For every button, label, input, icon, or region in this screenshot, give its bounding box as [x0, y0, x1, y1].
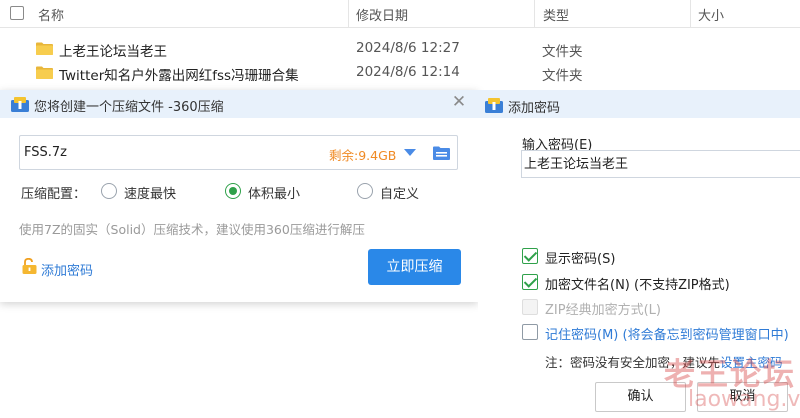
column-header-modified[interactable]: 修改日期 — [356, 5, 408, 24]
compression-hint: 使用7Z的固实（Solid）压缩技术，建议使用360压缩进行解压 — [19, 222, 365, 237]
column-separator[interactable] — [690, 0, 691, 28]
column-header-name[interactable]: 名称 — [38, 5, 64, 24]
folder-icon — [36, 66, 53, 79]
close-icon[interactable]: ✕ — [451, 94, 467, 111]
radio-fastest[interactable] — [101, 183, 117, 199]
compression-config-label: 压缩配置： — [21, 187, 87, 202]
file-name: 上老王论坛当老王 — [59, 44, 167, 60]
column-header-size[interactable]: 大小 — [698, 5, 724, 24]
select-all-checkbox[interactable] — [10, 6, 24, 20]
radio-smallest-label[interactable]: 体积最小 — [248, 183, 300, 202]
compress-dialog-titlebar[interactable]: 您将创建一个压缩文件 -360压缩 ✕ — [0, 90, 478, 118]
add-password-titlebar[interactable]: 添加密码 — [478, 90, 800, 118]
file-name: Twitter知名户外露出网红fss冯珊珊合集 — [59, 68, 299, 84]
show-password-label[interactable]: 显示密码(S) — [545, 248, 615, 267]
archive-app-icon — [11, 97, 29, 112]
compress-dialog: 您将创建一个压缩文件 -360压缩 ✕ FSS.7z 剩余:9.4GB 压缩配置… — [0, 90, 478, 302]
password-input[interactable]: 上老王论坛当老王 — [521, 150, 800, 178]
radio-fastest-label[interactable]: 速度最快 — [124, 183, 176, 202]
watermark-url: laowang.vip — [688, 387, 800, 412]
remember-password-checkbox[interactable] — [522, 324, 538, 340]
radio-smallest[interactable] — [225, 183, 241, 199]
unlock-icon[interactable] — [22, 258, 37, 274]
file-type: 文件夹 — [542, 44, 583, 60]
add-password-title: 添加密码 — [508, 101, 561, 116]
zip-classic-encryption-label: ZIP经典加密方式(L) — [545, 303, 661, 318]
file-list-header: 名称 修改日期 类型 大小 — [0, 0, 800, 28]
remember-password-label[interactable]: 记住密码(M) (将会备忘到密码管理窗口中) — [545, 324, 789, 343]
radio-custom-label[interactable]: 自定义 — [380, 183, 419, 202]
column-separator[interactable] — [534, 0, 535, 28]
column-header-type[interactable]: 类型 — [543, 5, 569, 24]
add-password-link[interactable]: 添加密码 — [41, 260, 93, 279]
file-modified-date: 2024/8/6 12:14 — [356, 64, 460, 80]
chevron-down-icon[interactable] — [404, 149, 416, 156]
zip-classic-encryption-checkbox — [522, 299, 538, 315]
file-modified-date: 2024/8/6 12:27 — [356, 40, 460, 56]
folder-icon — [36, 42, 53, 55]
remaining-space-label: 剩余:9.4GB — [329, 148, 397, 163]
file-row[interactable]: Twitter知名户外露出网红fss冯珊珊合集 2024/8/6 12:14 文… — [0, 61, 800, 85]
encrypt-filenames-label[interactable]: 加密文件名(N) (不支持ZIP格式) — [545, 274, 730, 293]
archive-filename-value[interactable]: FSS.7z — [24, 145, 67, 160]
file-type: 文件夹 — [542, 68, 583, 84]
compress-now-button[interactable]: 立即压缩 — [368, 249, 461, 285]
encrypt-filenames-checkbox[interactable] — [522, 274, 538, 290]
file-row[interactable]: 上老王论坛当老王 2024/8/6 12:27 文件夹 — [0, 37, 800, 61]
browse-folder-icon[interactable] — [433, 146, 450, 160]
compress-dialog-title: 您将创建一个压缩文件 -360压缩 — [34, 100, 224, 115]
radio-custom[interactable] — [357, 183, 373, 199]
archive-filename-field[interactable]: FSS.7z 剩余:9.4GB — [19, 135, 458, 170]
archive-app-icon — [485, 98, 503, 113]
column-separator[interactable] — [348, 0, 349, 28]
show-password-checkbox[interactable] — [522, 248, 538, 264]
